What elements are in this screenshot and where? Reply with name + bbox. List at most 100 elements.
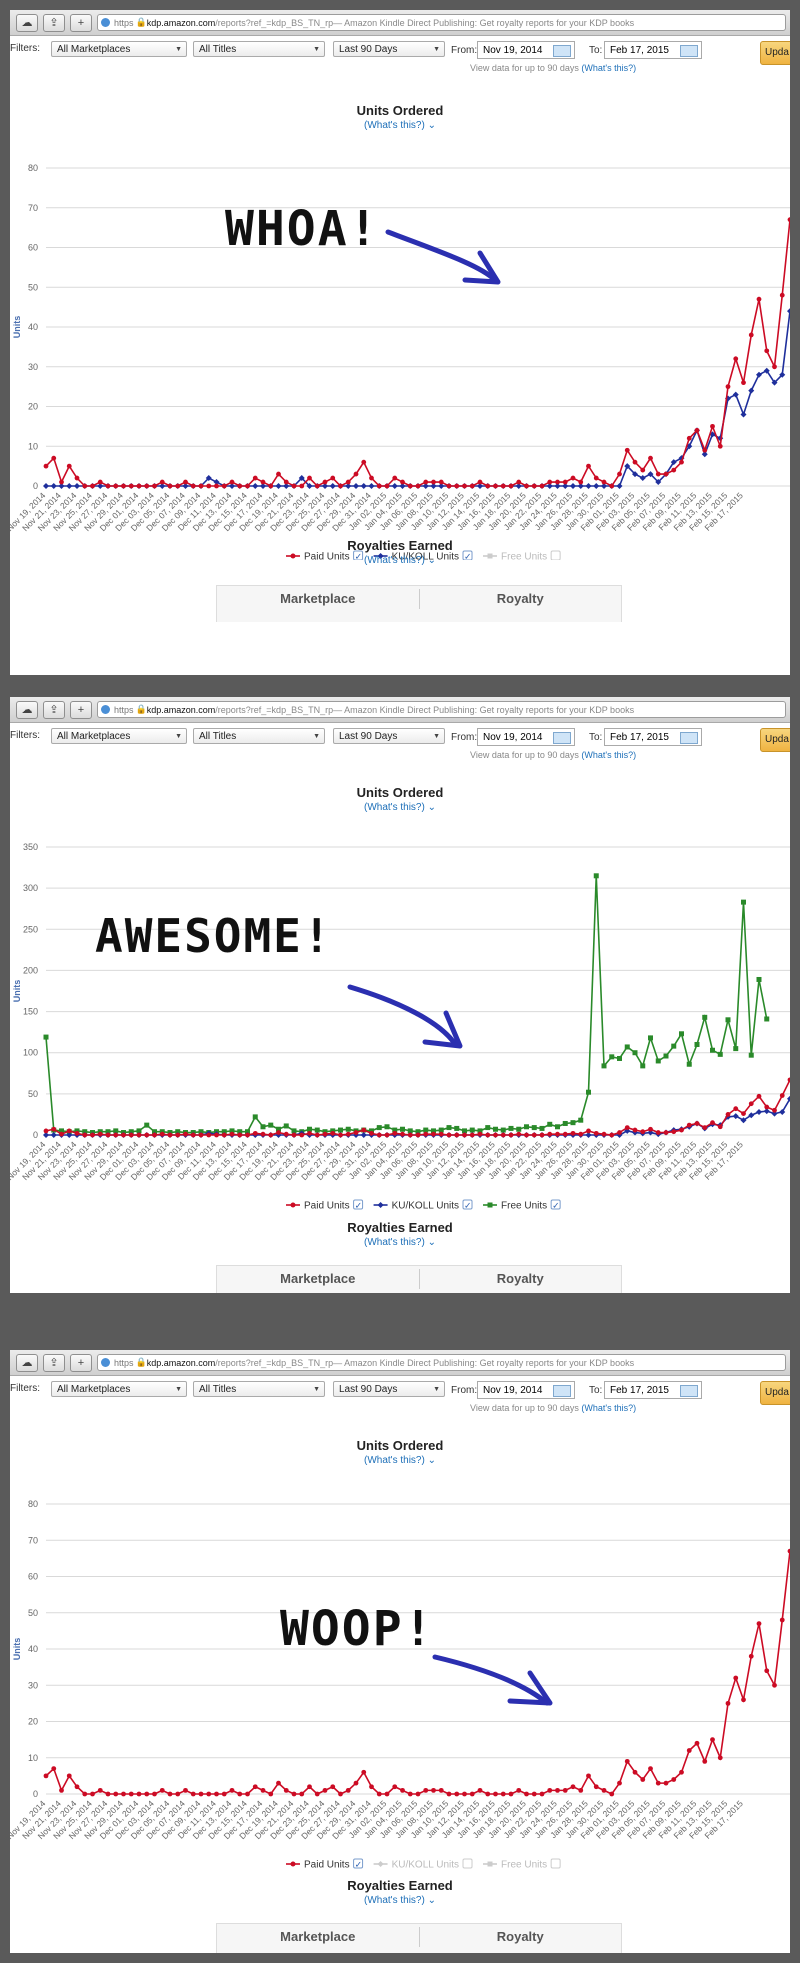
data-point — [43, 1034, 49, 1040]
calendar-icon[interactable] — [680, 732, 698, 744]
hint-link[interactable]: (What's this?) — [581, 750, 636, 760]
browser-toolbar: ☁ ⇪ + https 🔒 kdp.amazon.com /reports?re… — [10, 10, 790, 36]
legend-checkbox[interactable] — [550, 1858, 561, 1869]
update-button[interactable]: Upda — [760, 41, 790, 65]
cloud-icon[interactable]: ☁ — [16, 700, 38, 719]
data-point — [733, 1106, 739, 1112]
from-date-value: Nov 19, 2014 — [483, 732, 543, 743]
calendar-icon[interactable] — [680, 1385, 698, 1397]
range-select[interactable]: Last 90 Days ▼ — [333, 728, 445, 744]
address-bar[interactable]: https 🔒 kdp.amazon.com /reports?ref_=kdp… — [97, 1354, 786, 1371]
data-point — [113, 483, 119, 489]
check-icon: ✓ — [464, 1202, 472, 1212]
data-point — [361, 459, 367, 465]
to-date-field[interactable]: Feb 17, 2015 — [604, 728, 702, 746]
data-point — [221, 1791, 227, 1797]
data-point — [82, 483, 88, 489]
data-point — [756, 296, 762, 302]
y-tick-label: 10 — [28, 441, 38, 451]
from-date-field[interactable]: Nov 19, 2014 — [477, 41, 575, 59]
legend-marker — [377, 1861, 384, 1867]
data-point — [206, 1132, 212, 1138]
data-point — [74, 475, 80, 481]
data-point — [59, 479, 64, 485]
data-point — [128, 1791, 134, 1797]
titles-select[interactable]: All Titles ▼ — [193, 41, 325, 57]
share-icon[interactable]: ⇪ — [43, 13, 65, 32]
data-point — [493, 1791, 498, 1797]
from-label: From: — [451, 1385, 478, 1396]
royalties-help-link[interactable]: (What's this?) ⌄ — [10, 555, 790, 566]
share-icon[interactable]: ⇪ — [43, 700, 65, 719]
new-tab-button[interactable]: + — [70, 1353, 92, 1372]
data-point — [500, 483, 506, 489]
marketplace-select[interactable]: All Marketplaces ▼ — [51, 41, 187, 57]
chart-help-text: (What's this?) — [364, 120, 425, 131]
update-button[interactable]: Upda — [760, 728, 790, 752]
to-label: To: — [589, 732, 603, 743]
chart-help-link[interactable]: (What's this?) ⌄ — [10, 120, 790, 131]
data-point — [601, 479, 607, 485]
marketplace-select[interactable]: All Marketplaces ▼ — [51, 1381, 187, 1397]
cloud-icon[interactable]: ☁ — [16, 1353, 38, 1372]
marketplace-column-header: Marketplace — [217, 1927, 420, 1947]
data-point — [454, 1125, 460, 1131]
y-tick-label: 150 — [23, 1007, 38, 1017]
data-point — [570, 1120, 576, 1126]
new-tab-button[interactable]: + — [70, 700, 92, 719]
from-date-field[interactable]: Nov 19, 2014 — [477, 1381, 575, 1399]
new-tab-button[interactable]: + — [70, 13, 92, 32]
hint-link[interactable]: (What's this?) — [581, 63, 636, 73]
royalties-help-link[interactable]: (What's this?) ⌄ — [10, 1237, 790, 1248]
chevron-down-icon: ▼ — [433, 733, 440, 740]
y-tick-label: 60 — [28, 1572, 38, 1582]
to-date-field[interactable]: Feb 17, 2015 — [604, 1381, 702, 1399]
chart-help-text: (What's this?) — [364, 1455, 425, 1466]
royalties-help-link[interactable]: (What's this?) ⌄ — [10, 1895, 790, 1906]
data-point — [764, 348, 770, 354]
data-point — [578, 1117, 584, 1123]
data-point — [686, 1061, 692, 1067]
from-date-value: Nov 19, 2014 — [483, 45, 543, 56]
address-bar[interactable]: https 🔒 kdp.amazon.com /reports?ref_=kdp… — [97, 701, 786, 718]
data-point — [570, 1130, 576, 1136]
marketplace-select[interactable]: All Marketplaces ▼ — [51, 728, 187, 744]
hint-link[interactable]: (What's this?) — [581, 1403, 636, 1413]
data-point — [732, 391, 739, 398]
chart-help-link[interactable]: (What's this?) ⌄ — [10, 802, 790, 813]
from-label: From: — [451, 45, 478, 56]
chart-help-link[interactable]: (What's this?) ⌄ — [10, 1455, 790, 1466]
calendar-icon[interactable] — [553, 45, 571, 57]
page-title: — Amazon Kindle Direct Publishing: Get r… — [333, 1357, 635, 1368]
range-select[interactable]: Last 90 Days ▼ — [333, 1381, 445, 1397]
date-hint: View data for up to 90 days (What's this… — [470, 63, 636, 73]
calendar-icon[interactable] — [680, 45, 698, 57]
data-point — [733, 1046, 739, 1052]
range-value: Last 90 Days — [339, 1384, 398, 1395]
data-point — [679, 459, 684, 465]
calendar-icon[interactable] — [553, 1385, 571, 1397]
data-point — [493, 1126, 498, 1132]
titles-select[interactable]: All Titles ▼ — [193, 1381, 325, 1397]
data-point — [384, 1124, 390, 1130]
address-bar[interactable]: https 🔒 kdp.amazon.com /reports?ref_=kdp… — [97, 14, 786, 31]
range-select[interactable]: Last 90 Days ▼ — [333, 41, 445, 57]
share-icon[interactable]: ⇪ — [43, 1353, 65, 1372]
data-point — [299, 483, 305, 489]
data-point — [314, 483, 320, 489]
data-point — [663, 1130, 669, 1135]
browser-toolbar: ☁ ⇪ + https 🔒 kdp.amazon.com /reports?re… — [10, 697, 790, 723]
titles-select[interactable]: All Titles ▼ — [193, 728, 325, 744]
data-point — [570, 475, 576, 481]
from-date-field[interactable]: Nov 19, 2014 — [477, 728, 575, 746]
data-point — [167, 1132, 173, 1138]
data-point — [531, 483, 537, 489]
update-button[interactable]: Upda — [760, 1381, 790, 1405]
data-point — [43, 1128, 49, 1134]
data-point — [353, 483, 359, 489]
data-point — [446, 1132, 452, 1138]
calendar-icon[interactable] — [553, 732, 571, 744]
legend-checkbox[interactable] — [462, 1858, 473, 1869]
to-date-field[interactable]: Feb 17, 2015 — [604, 41, 702, 59]
cloud-icon[interactable]: ☁ — [16, 13, 38, 32]
